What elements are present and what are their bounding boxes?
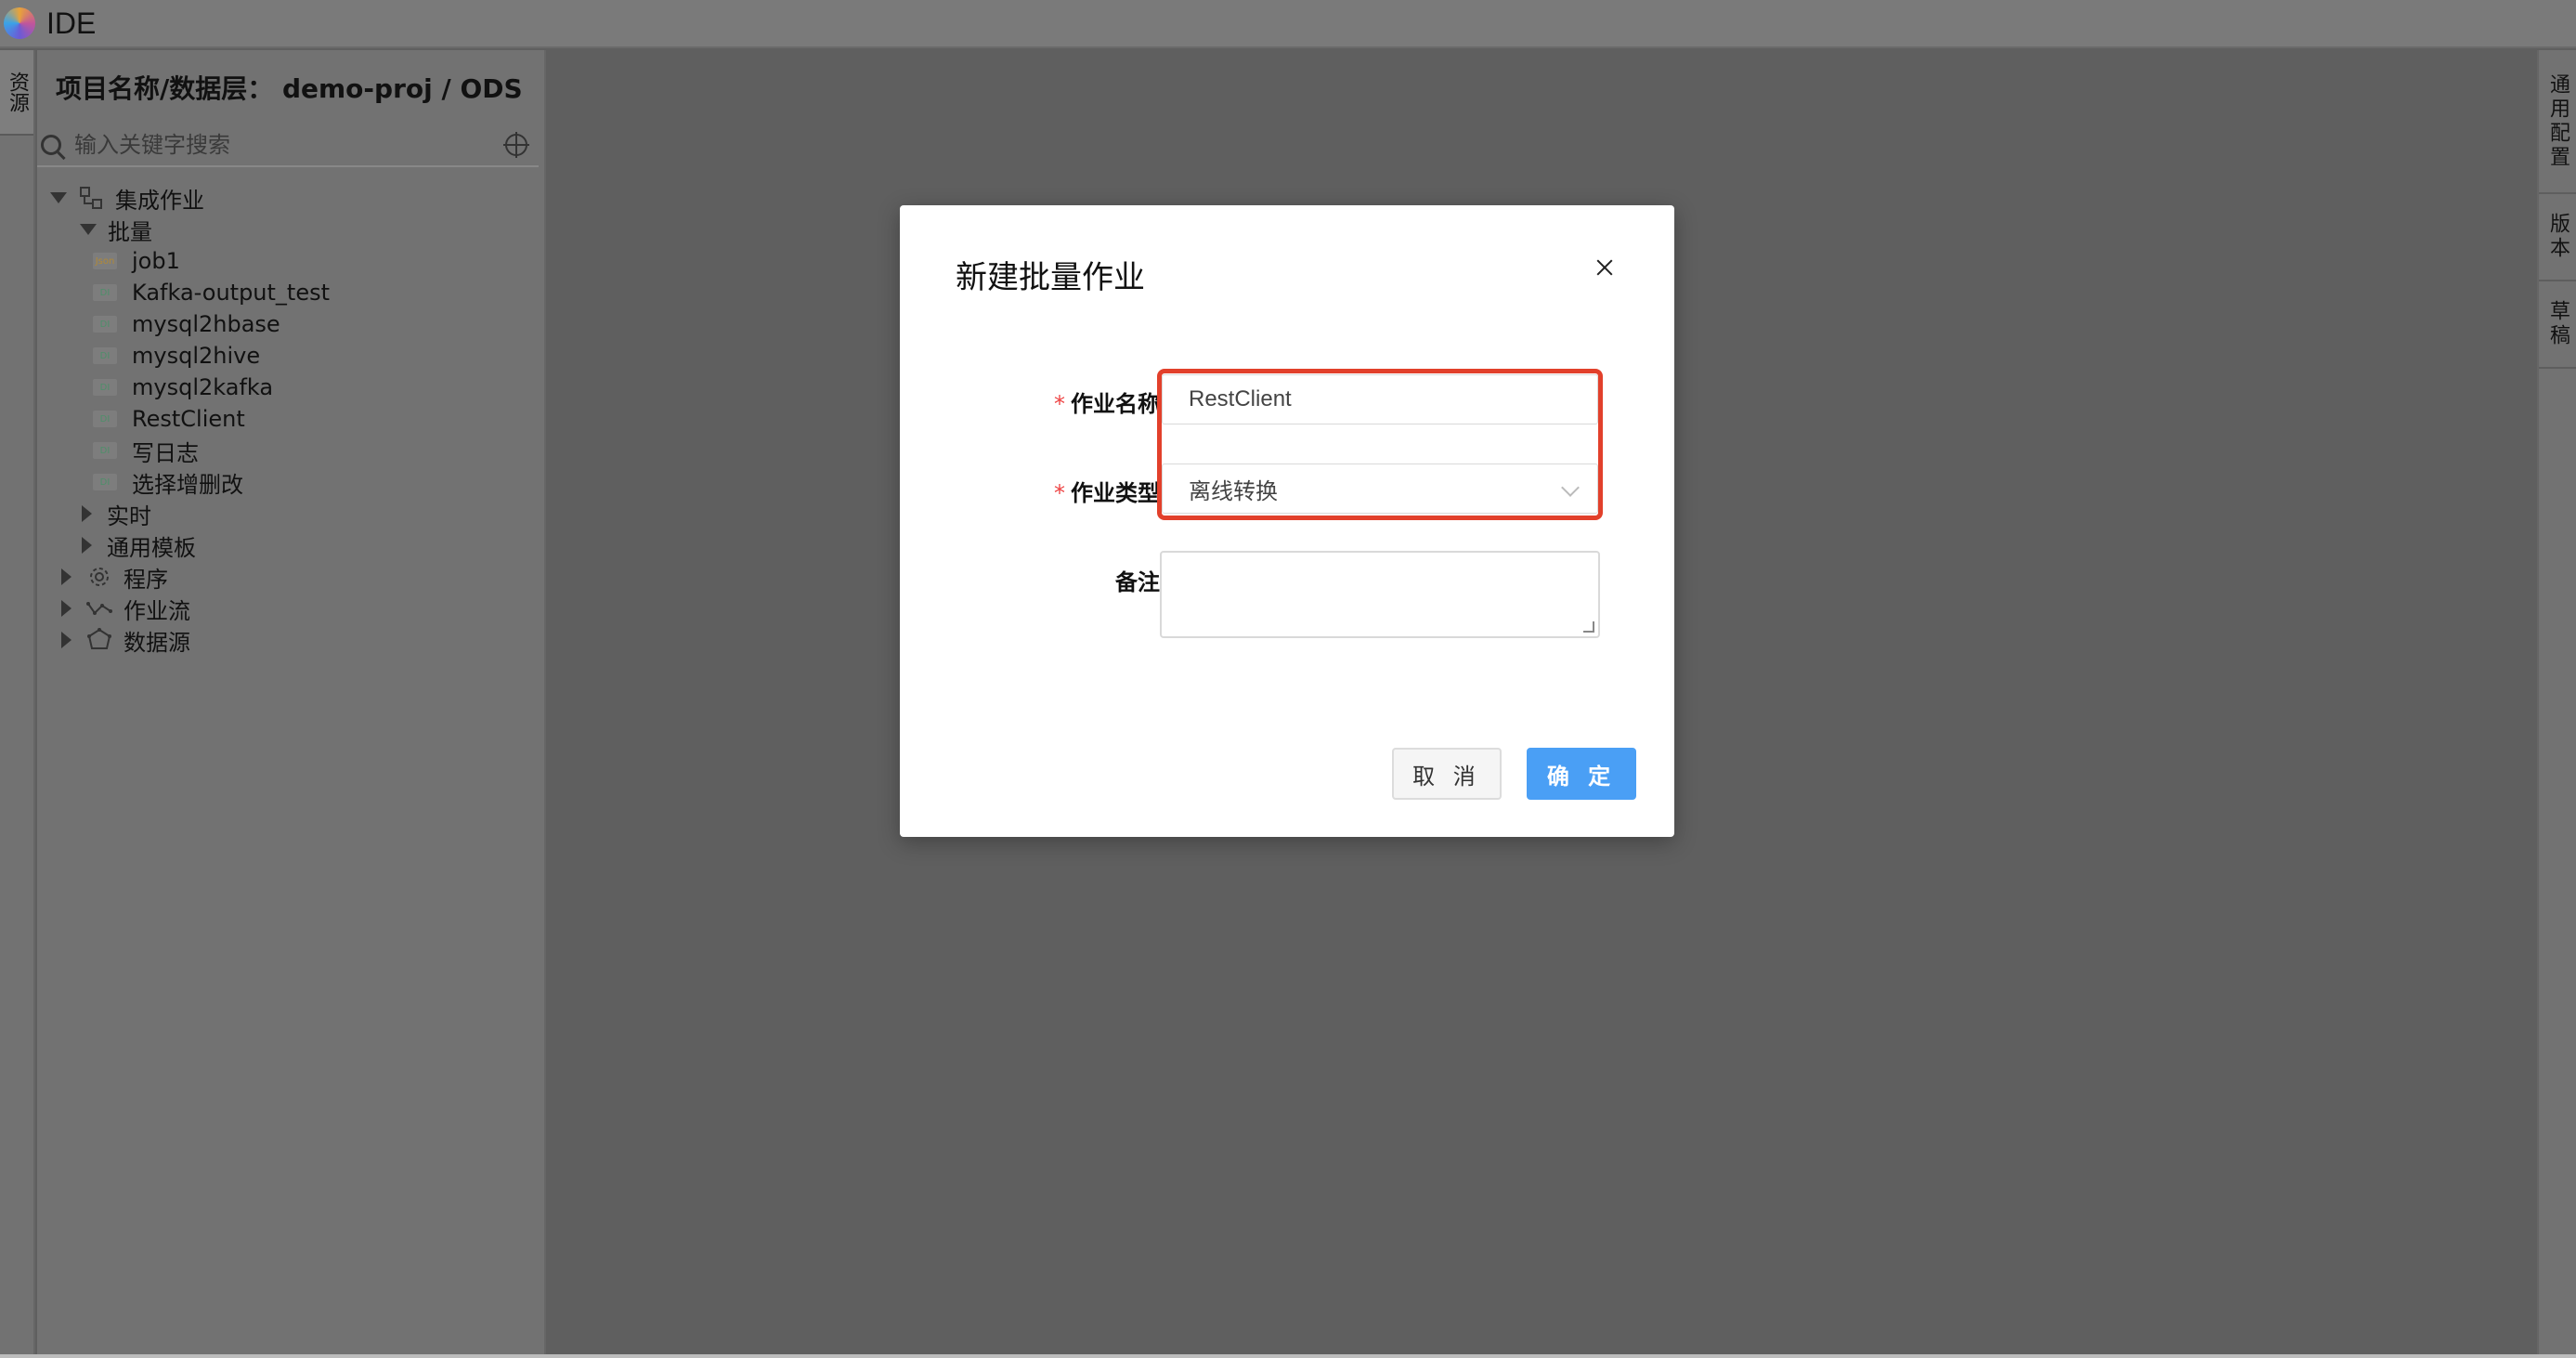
di-file-icon: DI [93, 284, 117, 301]
job-type-value: 离线转换 [1189, 478, 1278, 504]
di-file-icon: DI [93, 316, 117, 333]
resize-handle-icon[interactable] [1583, 621, 1594, 633]
di-file-icon: DI [93, 411, 117, 427]
close-icon[interactable] [1591, 254, 1619, 281]
job-type-label-text: 作业类型 [1071, 480, 1160, 506]
locate-icon[interactable] [503, 132, 529, 158]
caret-right-icon[interactable] [61, 632, 72, 648]
caret-down-icon[interactable] [80, 224, 97, 235]
required-mark: * [1054, 391, 1065, 417]
new-batch-job-dialog: 新建批量作业 * 作业名称 * 作业类型 备注 RestClient 离线转换 取 … [900, 205, 1674, 837]
resource-panel: 项目名称/数据层： demo-proj / ODS 集成作业 批量 Json j… [37, 50, 546, 1354]
tab-general-config[interactable]: 通用配置 [2539, 50, 2576, 194]
right-activity-strip: 通用配置 版本 草稿 [2537, 50, 2576, 1354]
remark-textarea[interactable] [1160, 551, 1600, 638]
search-input[interactable] [74, 132, 474, 158]
caret-right-icon[interactable] [61, 600, 72, 617]
tab-draft[interactable]: 草稿 [2539, 281, 2576, 369]
caret-down-icon[interactable] [50, 192, 67, 203]
tab-resources[interactable]: 资源 [0, 50, 33, 136]
caret-right-icon[interactable] [82, 537, 92, 554]
search-bar [37, 124, 539, 167]
job-name-label-text: 作业名称 [1071, 391, 1160, 417]
job-type-label: * 作业类型 [974, 475, 1160, 507]
job-name-label: * 作业名称 [974, 385, 1160, 418]
json-file-icon: Json [93, 253, 117, 269]
cancel-button[interactable]: 取 消 [1392, 748, 1502, 800]
tree-node-label: 数据源 [124, 629, 190, 656]
remark-label: 备注 [1115, 569, 1160, 595]
tab-version[interactable]: 版本 [2539, 194, 2576, 281]
job-type-select[interactable]: 离线转换 [1162, 464, 1598, 514]
app-title: IDE [46, 6, 97, 40]
di-file-icon: DI [93, 347, 117, 364]
caret-right-icon[interactable] [82, 505, 92, 522]
search-icon [41, 135, 61, 155]
datasource-icon [86, 627, 112, 653]
panel-header: 项目名称/数据层： demo-proj / ODS [56, 73, 523, 104]
top-bar: IDE [0, 0, 2576, 48]
tree-node-datasources[interactable]: 数据源 [61, 617, 190, 663]
confirm-button[interactable]: 确 定 [1527, 748, 1636, 800]
caret-right-icon[interactable] [61, 568, 72, 585]
di-file-icon: DI [93, 474, 117, 490]
di-file-icon: DI [93, 442, 117, 459]
di-file-icon: DI [93, 379, 117, 396]
bottom-bar [0, 1354, 2576, 1358]
job-name-input[interactable]: RestClient [1162, 374, 1598, 424]
app-logo-icon [4, 7, 35, 39]
left-activity-strip: 资源 [0, 50, 35, 1354]
chevron-down-icon [1561, 478, 1580, 497]
dialog-title: 新建批量作业 [956, 259, 1145, 296]
required-mark: * [1054, 480, 1065, 506]
